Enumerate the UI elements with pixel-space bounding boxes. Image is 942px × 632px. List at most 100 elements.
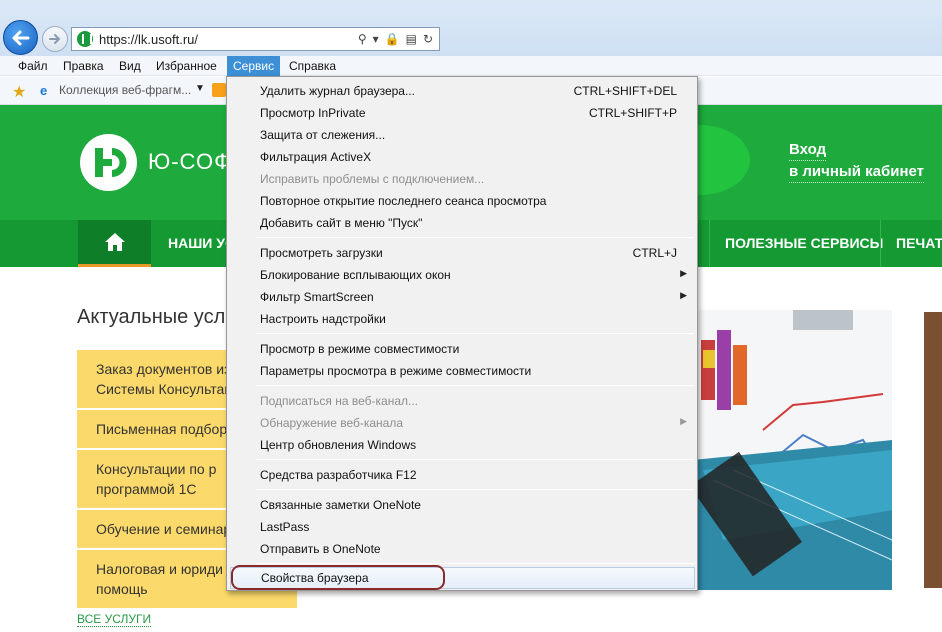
address-bar[interactable]: https://lk.usoft.ru/ ⚲ ▾ 🔒 ▤ ↻ xyxy=(71,27,440,51)
favorites-star-icon[interactable]: ★ xyxy=(12,82,26,102)
menu-item-label: Фильтр SmartScreen xyxy=(260,290,374,304)
menu-item-label: Добавить сайт в меню "Пуск" xyxy=(260,216,423,230)
nav-useful-services[interactable]: ПОЛЕЗНЫЕ СЕРВИСЫ xyxy=(725,220,883,267)
menu-item-shortcut: CTRL+SHIFT+P xyxy=(588,106,677,120)
section-title: Актуальные усл xyxy=(77,306,226,328)
login-label-sub[interactable]: в личный кабинет xyxy=(789,161,924,183)
menu-item-onenote-linked[interactable]: Связанные заметки OneNote xyxy=(227,494,697,516)
compat-view-icon[interactable]: ▤ xyxy=(406,32,417,46)
service-label: Письменная подбор xyxy=(96,421,228,437)
search-icon[interactable]: ⚲ xyxy=(358,32,367,46)
menu-item-add-to-start[interactable]: Добавить сайт в меню "Пуск" xyxy=(227,212,697,234)
menu-view[interactable]: Вид xyxy=(113,56,147,76)
chevron-down-icon[interactable]: ▼ xyxy=(195,83,205,94)
menu-item-shortcut: CTRL+SHIFT+DEL xyxy=(573,84,677,98)
menu-edit[interactable]: Правка xyxy=(57,56,110,76)
arrow-left-icon xyxy=(12,30,30,46)
menu-item-label: Исправить проблемы с подключением... xyxy=(260,172,485,186)
menu-file[interactable]: Файл xyxy=(12,56,54,76)
submenu-arrow-icon: ▶ xyxy=(680,290,687,300)
address-url[interactable]: https://lk.usoft.ru/ xyxy=(99,32,358,47)
nav-our-services[interactable]: НАШИ УС xyxy=(168,220,235,267)
menu-item-compat-settings[interactable]: Параметры просмотра в режиме совместимос… xyxy=(227,360,697,382)
menu-help[interactable]: Справка xyxy=(283,56,342,76)
service-label: программой 1С xyxy=(96,481,197,497)
menu-item-tracking-protection[interactable]: Защита от слежения... xyxy=(227,124,697,146)
bookmark-icon[interactable] xyxy=(212,83,226,97)
menu-item-feed-discovery: Обнаружение веб-канала ▶ xyxy=(227,412,697,434)
menu-separator xyxy=(256,459,694,460)
service-label: помощь xyxy=(96,581,148,597)
menu-item-label: Центр обновления Windows xyxy=(260,438,417,452)
menu-item-activex-filtering[interactable]: Фильтрация ActiveX xyxy=(227,146,697,168)
tools-menu: Удалить журнал браузера... CTRL+SHIFT+DE… xyxy=(226,76,698,591)
menu-item-label: Подписаться на веб-канал... xyxy=(260,394,419,408)
service-label: Налоговая и юриди xyxy=(96,561,223,577)
menu-separator xyxy=(256,489,694,490)
menu-item-windows-update[interactable]: Центр обновления Windows xyxy=(227,434,697,456)
lock-icon[interactable]: 🔒 xyxy=(385,32,400,46)
menu-item-popup-blocker[interactable]: Блокирование всплывающих окон ▶ xyxy=(227,264,697,286)
nav-divider xyxy=(880,220,881,267)
back-button[interactable] xyxy=(3,20,38,55)
menu-item-label: Блокирование всплывающих окон xyxy=(260,268,451,282)
service-label: Системы Консультан xyxy=(96,381,233,397)
refresh-icon[interactable]: ↻ xyxy=(423,32,433,46)
menu-item-label: Повторное открытие последнего сеанса про… xyxy=(260,194,547,208)
menu-item-manage-addons[interactable]: Настроить надстройки xyxy=(227,308,697,330)
highlight-annotation xyxy=(231,565,445,590)
menu-separator xyxy=(256,333,694,334)
menu-item-compat-view[interactable]: Просмотр в режиме совместимости xyxy=(227,338,697,360)
login-link[interactable]: Вход в личный кабинет xyxy=(789,139,924,183)
menu-item-subscribe-feed: Подписаться на веб-канал... xyxy=(227,390,697,412)
menu-item-label: Обнаружение веб-канала xyxy=(260,416,404,430)
menu-item-label: Отправить в OneNote xyxy=(260,542,381,556)
site-favicon-icon xyxy=(77,31,93,47)
menu-item-label: Просмотреть загрузки xyxy=(260,246,383,260)
menu-separator xyxy=(256,385,694,386)
menu-tools[interactable]: Сервис xyxy=(227,56,281,76)
service-label: Обучение и семинар xyxy=(96,521,232,537)
favorites-item[interactable]: Коллекция веб-фрагм... xyxy=(59,83,191,97)
menu-item-lastpass[interactable]: LastPass xyxy=(227,516,697,538)
menu-item-dev-tools[interactable]: Средства разработчика F12 xyxy=(227,464,697,486)
menu-item-shortcut: CTRL+J xyxy=(632,246,677,260)
menu-item-label: Защита от слежения... xyxy=(260,128,386,142)
menu-item-label: Параметры просмотра в режиме совместимос… xyxy=(260,364,532,378)
menu-item-inprivate[interactable]: Просмотр InPrivate CTRL+SHIFT+P xyxy=(227,102,697,124)
nav-home[interactable] xyxy=(78,220,151,267)
menu-item-label: Удалить журнал браузера... xyxy=(260,84,415,98)
arrow-right-icon xyxy=(49,34,61,44)
submenu-arrow-icon: ▶ xyxy=(680,416,687,426)
menu-item-reopen-session[interactable]: Повторное открытие последнего сеанса про… xyxy=(227,190,697,212)
menu-item-label: Средства разработчика F12 xyxy=(260,468,417,482)
home-icon xyxy=(105,233,125,251)
menu-separator xyxy=(256,237,694,238)
nav-print[interactable]: ПЕЧАТ xyxy=(896,220,942,267)
ie-icon: e xyxy=(40,83,48,98)
menu-item-label: Настроить надстройки xyxy=(260,312,386,326)
menu-item-smartscreen[interactable]: Фильтр SmartScreen ▶ xyxy=(227,286,697,308)
menu-bar: Файл Правка Вид Избранное Сервис Справка xyxy=(0,56,942,76)
service-label: Заказ документов из xyxy=(96,361,231,377)
browser-toolbar: https://lk.usoft.ru/ ⚲ ▾ 🔒 ▤ ↻ xyxy=(0,0,942,56)
login-label[interactable]: Вход xyxy=(789,139,827,161)
menu-item-fix-connection: Исправить проблемы с подключением... xyxy=(227,168,697,190)
dropdown-arrow-icon[interactable]: ▾ xyxy=(373,32,379,46)
all-services-link[interactable]: ВСЕ УСЛУГИ xyxy=(77,612,152,627)
menu-item-label: Просмотр InPrivate xyxy=(260,106,366,120)
menu-separator xyxy=(256,563,694,564)
banner-photo-edge xyxy=(924,312,942,588)
menu-item-label: Фильтрация ActiveX xyxy=(260,150,372,164)
submenu-arrow-icon: ▶ xyxy=(680,268,687,278)
service-label: Консультации по р xyxy=(96,461,217,477)
menu-item-delete-history[interactable]: Удалить журнал браузера... CTRL+SHIFT+DE… xyxy=(227,80,697,102)
menu-item-downloads[interactable]: Просмотреть загрузки CTRL+J xyxy=(227,242,697,264)
logo-icon[interactable] xyxy=(80,134,137,191)
forward-button[interactable] xyxy=(42,26,68,52)
menu-favorites[interactable]: Избранное xyxy=(150,56,223,76)
menu-item-send-onenote[interactable]: Отправить в OneNote xyxy=(227,538,697,560)
menu-item-label: Просмотр в режиме совместимости xyxy=(260,342,460,356)
menu-item-label: Связанные заметки OneNote xyxy=(260,498,421,512)
nav-divider xyxy=(709,220,710,267)
